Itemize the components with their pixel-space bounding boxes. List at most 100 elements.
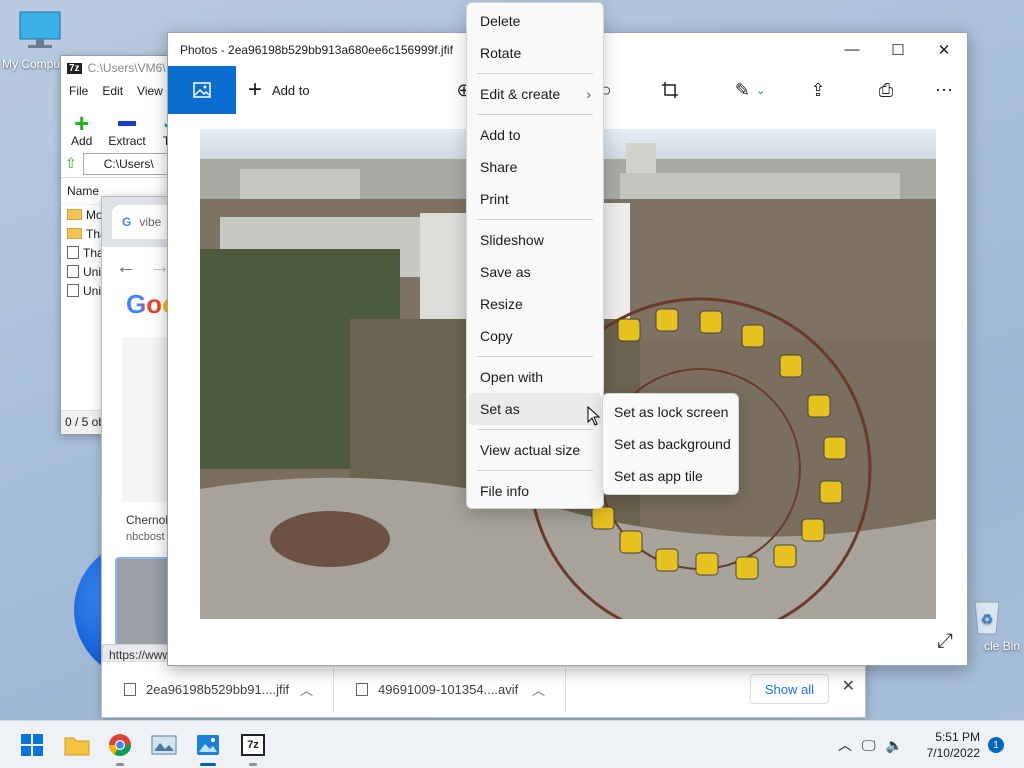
share-icon[interactable]: ⇪ [806, 78, 830, 102]
monitor-icon [19, 11, 61, 48]
start-icon [21, 734, 43, 756]
chevron-up-icon[interactable]: ︿ [300, 680, 313, 699]
menu-separator [477, 356, 593, 357]
menu-item-open-with[interactable]: Open with [469, 361, 601, 393]
add-to-label: Add to [272, 82, 310, 98]
result-source: nbcbost [126, 531, 165, 543]
menu-view[interactable]: View [137, 84, 163, 98]
tab-title: vibe [139, 215, 162, 229]
google-favicon-icon: G [122, 215, 132, 229]
running-indicator [116, 763, 124, 766]
view-all-photos-button[interactable] [168, 66, 236, 114]
7zip-icon: 7z [241, 734, 265, 756]
system-tray: ︿ 🖵 🔈 [838, 721, 903, 768]
chevron-up-icon[interactable]: ︿ [532, 680, 545, 699]
taskbar-chrome[interactable] [102, 729, 138, 766]
menu-item-view-actual-size[interactable]: View actual size [469, 434, 601, 466]
close-button[interactable]: ✕ [921, 33, 967, 66]
running-indicator [249, 763, 257, 766]
chrome-icon [109, 734, 131, 756]
menu-item-print[interactable]: Print [469, 183, 601, 215]
menu-item-slideshow[interactable]: Slideshow [469, 224, 601, 256]
taskbar-photo-viewer[interactable] [146, 729, 182, 761]
edit-icon[interactable]: ✎ ⌄ [730, 78, 770, 102]
clock-time: 5:51 PM [935, 730, 980, 744]
menu-item-label: Set as background [614, 436, 731, 452]
download-item[interactable]: 49691009-101354....avif ︿ [334, 667, 566, 712]
menu-separator [477, 429, 593, 430]
download-bar: 2ea96198b529bb91....jfif ︿ 49691009-1013… [102, 661, 865, 717]
extract-button[interactable]: Extract [108, 112, 146, 148]
folder-icon [67, 209, 82, 220]
menu-item-label: Open with [480, 369, 544, 385]
photos-icon [197, 735, 219, 755]
fullscreen-icon[interactable]: ⤢ [937, 630, 953, 653]
taskbar-file-explorer[interactable] [59, 729, 95, 761]
print-icon[interactable]: ⎙ [874, 78, 898, 102]
show-all-button[interactable]: Show all [749, 674, 829, 704]
chevron-right-icon: › [586, 86, 591, 102]
up-folder-icon[interactable]: ⇧ [65, 155, 77, 172]
menu-item-add-to[interactable]: Add to [469, 119, 601, 151]
result-thumbnail[interactable] [115, 557, 171, 647]
menu-item-save-as[interactable]: Save as [469, 256, 601, 288]
download-filename: 49691009-101354....avif [378, 682, 519, 697]
menu-item-label: Rotate [480, 45, 522, 61]
network-icon[interactable]: 🖵 [862, 737, 876, 754]
menu-item-delete[interactable]: Delete [469, 5, 601, 37]
minimize-button[interactable]: — [829, 33, 875, 66]
start-button[interactable] [14, 729, 50, 761]
submenu-item-background[interactable]: Set as background [605, 428, 736, 460]
menu-item-label: Edit & create [480, 86, 561, 102]
menu-separator [477, 114, 593, 115]
menu-item-rotate[interactable]: Rotate [469, 37, 601, 69]
menu-separator [477, 470, 593, 471]
menu-item-label: Set as [480, 401, 520, 417]
sevenzip-logo-icon: 7z [67, 62, 82, 74]
menu-file[interactable]: File [69, 84, 88, 98]
taskbar-7zip[interactable]: 7z [235, 729, 271, 766]
submenu-item-lock-screen[interactable]: Set as lock screen [605, 396, 736, 428]
file-icon [124, 683, 136, 696]
mouse-cursor-icon [587, 406, 601, 426]
crop-icon[interactable] [658, 78, 682, 102]
sevenzip-title: C:\Users\VM6\ [87, 61, 166, 75]
menu-item-label: Delete [480, 13, 521, 29]
submenu-item-app-tile[interactable]: Set as app tile [605, 460, 736, 492]
menu-item-label: View actual size [480, 442, 581, 458]
image-icon [193, 82, 211, 98]
list-item-label: Uni [83, 283, 102, 298]
download-item[interactable]: 2ea96198b529bb91....jfif ︿ [102, 667, 334, 712]
menu-item-share[interactable]: Share [469, 151, 601, 183]
file-icon [67, 246, 79, 259]
back-icon[interactable]: ← [116, 256, 136, 279]
maximize-button[interactable]: ☐ [875, 33, 921, 66]
chevron-down-icon: ⌄ [755, 84, 766, 97]
extract-label: Extract [108, 134, 146, 148]
menu-item-file-info[interactable]: File info [469, 475, 601, 507]
clock[interactable]: 5:51 PM 7/10/2022 [927, 729, 980, 761]
plus-icon: + [74, 108, 90, 138]
result-title[interactable]: Chernob [126, 513, 172, 527]
menu-item-label: Add to [480, 127, 521, 143]
close-downloads-icon[interactable]: ✕ [842, 676, 855, 696]
active-indicator [200, 763, 216, 766]
taskbar-photos[interactable] [190, 729, 226, 766]
menu-item-label: Save as [480, 264, 531, 280]
menu-item-set-as[interactable]: Set as› [469, 393, 601, 425]
menu-edit[interactable]: Edit [102, 84, 123, 98]
add-to-button[interactable]: + Add to [248, 78, 310, 102]
menu-item-copy[interactable]: Copy [469, 320, 601, 352]
folder-icon [67, 228, 82, 239]
volume-icon[interactable]: 🔈 [886, 737, 903, 754]
menu-item-edit-create[interactable]: Edit & create › [469, 78, 601, 110]
menu-item-resize[interactable]: Resize [469, 288, 601, 320]
menu-item-label: Slideshow [480, 232, 544, 248]
taskbar: 7z ︿ 🖵 🔈 5:51 PM 7/10/2022 1 [0, 720, 1024, 768]
notification-badge[interactable]: 1 [988, 737, 1004, 753]
add-button[interactable]: + Add [71, 108, 92, 148]
more-icon[interactable]: ⋯ [932, 78, 956, 102]
chevron-up-icon[interactable]: ︿ [838, 735, 852, 755]
result-card[interactable] [122, 337, 172, 502]
crop-icon-svg [662, 82, 678, 98]
